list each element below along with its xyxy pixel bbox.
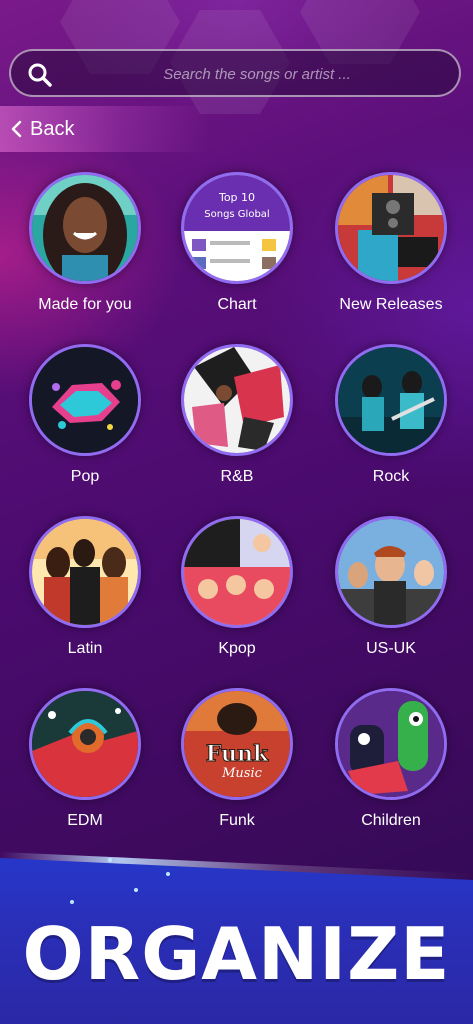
sparkle-decoration: [108, 858, 112, 862]
category-art: [181, 516, 293, 628]
category-label: Made for you: [38, 296, 132, 313]
category-art: [29, 172, 141, 284]
sparkle-decoration: [166, 872, 170, 876]
back-button[interactable]: Back: [0, 106, 210, 152]
category-label: Pop: [70, 468, 100, 485]
category-rnb[interactable]: R&B: [162, 344, 312, 504]
search-icon[interactable]: [27, 62, 53, 88]
category-label: Kpop: [218, 640, 256, 657]
category-label: Funk: [219, 812, 255, 829]
category-new-releases[interactable]: New Releases: [316, 172, 466, 332]
category-art: [181, 344, 293, 456]
category-art: [29, 688, 141, 800]
category-chart[interactable]: Top 10 Songs Global Chart: [162, 172, 312, 332]
funk-art-title: Funk: [206, 741, 269, 767]
category-rock[interactable]: Rock: [316, 344, 466, 504]
category-art: Funk Music: [181, 688, 293, 800]
category-label: Latin: [67, 640, 103, 657]
category-pop[interactable]: Pop: [10, 344, 160, 504]
category-latin[interactable]: Latin: [10, 516, 160, 676]
category-art: Top 10 Songs Global: [181, 172, 293, 284]
category-children[interactable]: Children: [316, 688, 466, 848]
category-art: [335, 344, 447, 456]
category-made-for-you[interactable]: Made for you: [10, 172, 160, 332]
search-input[interactable]: [71, 51, 443, 97]
category-art: [335, 172, 447, 284]
chevron-left-icon: [11, 120, 22, 138]
promo-headline: ORGANIZE: [22, 912, 451, 996]
category-label: Children: [361, 812, 421, 829]
category-art: [335, 516, 447, 628]
sparkle-decoration: [70, 900, 74, 904]
category-art: [29, 344, 141, 456]
sparkle-decoration: [134, 888, 138, 892]
category-funk[interactable]: Funk Music Funk: [162, 688, 312, 848]
chart-art-title: Top 10: [218, 191, 255, 204]
category-label: Chart: [217, 296, 257, 313]
category-label: EDM: [67, 812, 103, 829]
category-art: [29, 516, 141, 628]
chart-art-subtitle: Songs Global: [204, 209, 269, 220]
funk-art-subtitle: Music: [221, 766, 263, 781]
category-art: [335, 688, 447, 800]
category-kpop[interactable]: Kpop: [162, 516, 312, 676]
category-label: R&B: [220, 468, 254, 485]
category-us-uk[interactable]: US-UK: [316, 516, 466, 676]
category-edm[interactable]: EDM: [10, 688, 160, 848]
category-label: New Releases: [339, 296, 443, 313]
category-label: US-UK: [366, 640, 416, 657]
back-label: Back: [30, 117, 75, 140]
category-label: Rock: [372, 468, 410, 485]
search-bar[interactable]: [9, 49, 461, 97]
